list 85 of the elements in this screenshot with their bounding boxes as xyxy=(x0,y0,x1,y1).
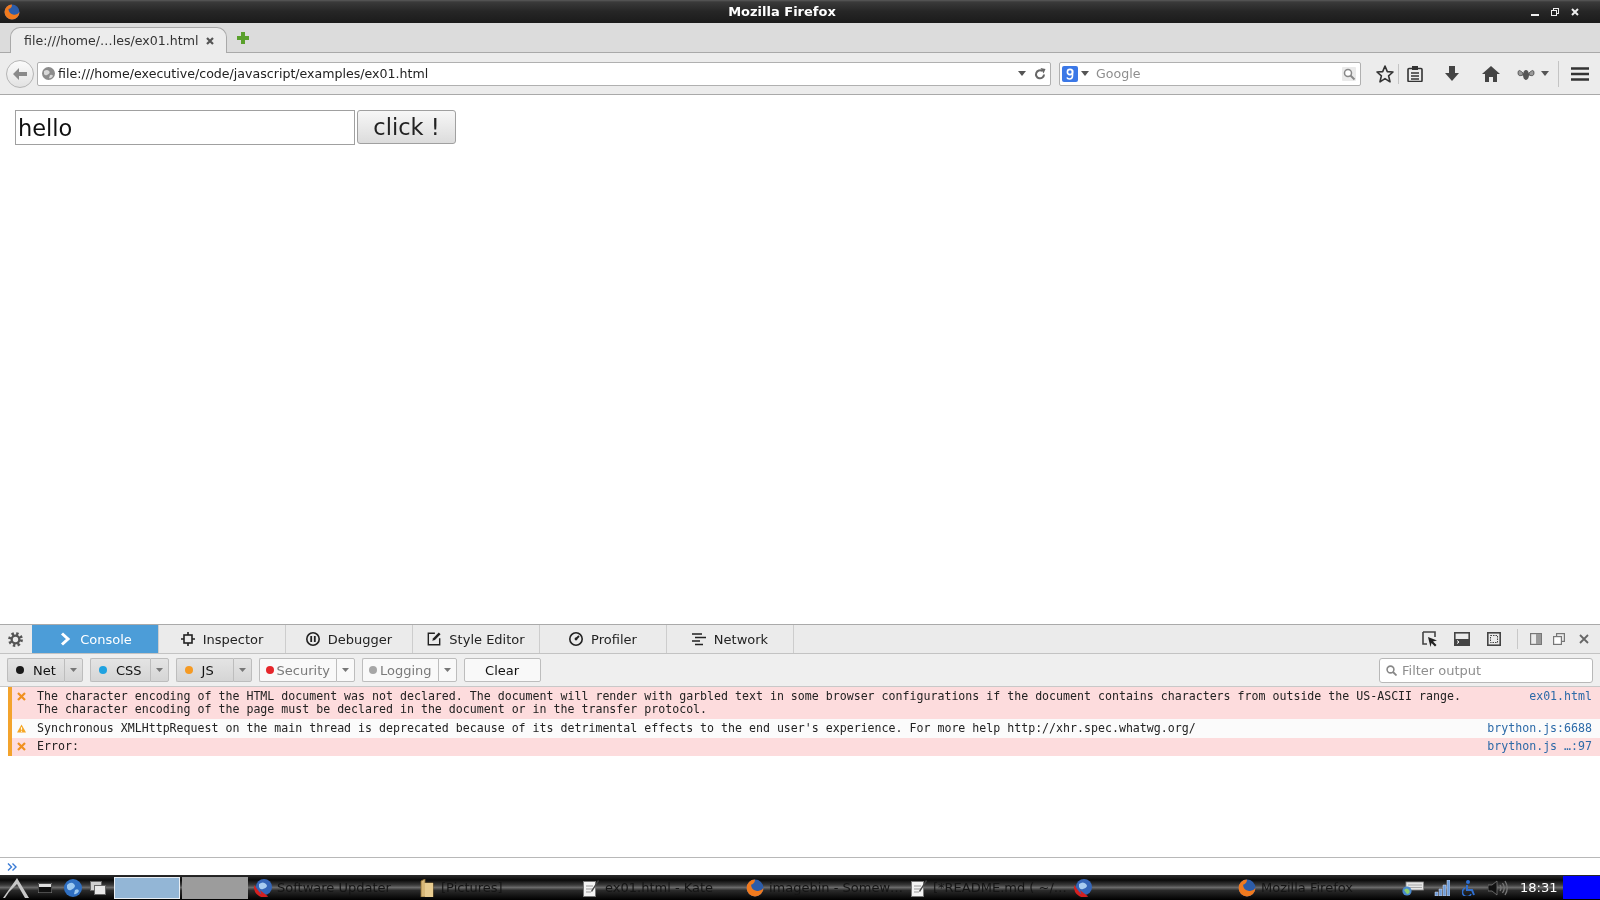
warning-icon xyxy=(17,723,26,733)
clipboard-icon[interactable] xyxy=(1407,65,1423,82)
back-button[interactable] xyxy=(6,59,34,88)
page-button[interactable]: click ! xyxy=(357,110,456,144)
caret-icon xyxy=(342,668,349,672)
filter-button[interactable]: JS xyxy=(175,658,233,682)
home-icon[interactable] xyxy=(1482,65,1500,82)
left-arrow-icon xyxy=(13,67,27,80)
dropdown-button[interactable] xyxy=(64,658,83,682)
app-logo-icon xyxy=(4,3,20,20)
workspace-tile[interactable] xyxy=(114,876,180,899)
pick-element-icon[interactable] xyxy=(1422,631,1438,647)
keyboard-icon[interactable] xyxy=(1402,879,1424,896)
minimize-icon[interactable] xyxy=(1531,13,1539,16)
message-text: Error: xyxy=(37,740,80,754)
reload-icon[interactable] xyxy=(1034,67,1046,80)
text-input[interactable]: hello xyxy=(15,110,355,145)
search-icon[interactable] xyxy=(1342,66,1356,81)
indicator-icon xyxy=(1563,876,1600,899)
caret-icon[interactable] xyxy=(1018,71,1026,76)
app-logo-icon xyxy=(746,878,764,897)
error-icon xyxy=(17,691,26,701)
devtools-tab[interactable]: Style Editor xyxy=(413,625,540,653)
menu-icon[interactable] xyxy=(1571,66,1589,81)
close-icon[interactable] xyxy=(206,36,214,45)
source-link[interactable]: brython.js …:97 xyxy=(1487,740,1592,754)
download-icon[interactable] xyxy=(1444,65,1460,82)
globe-icon xyxy=(42,67,55,80)
message-text: The character encoding of the HTML document was not declared. The document will render with garbled text in some browser configurations if the document contains characters from outside the US-ASCII range. The character encoding of the page must be declared in the document or in the transfer protocol. xyxy=(37,689,1462,717)
filter-button[interactable]: CSS xyxy=(90,658,150,682)
caret-icon xyxy=(70,668,77,672)
caret-icon[interactable] xyxy=(1541,71,1549,76)
notepad-icon xyxy=(582,878,600,897)
filter-bar[interactable]: Filter output xyxy=(1379,657,1593,683)
window-icon[interactable] xyxy=(1553,633,1565,645)
show-desktop-icon[interactable] xyxy=(38,882,52,893)
search-bar[interactable]: Google xyxy=(1059,61,1361,86)
square-icon xyxy=(180,632,195,646)
devtools-tab[interactable]: Inspector xyxy=(159,625,286,653)
search-icon xyxy=(1386,664,1397,676)
split-console-icon[interactable] xyxy=(1454,632,1470,646)
search-input[interactable]: Google xyxy=(1096,66,1342,81)
restore-icon[interactable] xyxy=(1551,7,1559,16)
filter-button[interactable]: Security xyxy=(258,658,336,682)
star-icon[interactable] xyxy=(1376,64,1394,83)
caret-icon xyxy=(155,668,163,672)
filter-button[interactable]: Logging xyxy=(362,658,438,682)
caret-icon xyxy=(443,668,451,672)
accessibility-icon[interactable] xyxy=(1462,879,1476,896)
url-input[interactable]: file:///home/executive/code/javascript/examples/ex01.html xyxy=(58,66,1018,81)
windows-icon[interactable] xyxy=(90,880,106,895)
address-bar[interactable]: file:///home/executive/code/javascript/examples/ex01.html xyxy=(37,61,1051,86)
source-link[interactable]: ex01.html xyxy=(1529,689,1592,703)
error-icon xyxy=(17,742,26,751)
clock: 18:31 xyxy=(1520,880,1558,895)
lines-icon xyxy=(691,632,706,646)
volume-icon[interactable] xyxy=(1488,879,1508,896)
source-link[interactable]: brython.js:6688 xyxy=(1487,721,1592,735)
devtools-tab[interactable]: Profiler xyxy=(540,625,667,653)
filter-button[interactable]: Net xyxy=(7,658,64,682)
search-engine-icon[interactable] xyxy=(1062,65,1078,82)
responsive-icon[interactable] xyxy=(1487,632,1501,646)
message-text: Synchronous XMLHttpRequest on the main thread is deprecated because of its detrimental effects to the end user's experience. For more help http://xhr.spec.whatwg.org/ xyxy=(37,721,1197,735)
notepad-icon xyxy=(910,878,928,897)
caret-icon[interactable] xyxy=(1081,71,1089,76)
devtools-tab[interactable]: Debugger xyxy=(286,625,413,653)
signal-icon[interactable] xyxy=(1434,879,1450,896)
gauge-icon xyxy=(569,632,584,646)
launcher-icon[interactable] xyxy=(3,877,29,898)
pencil-icon xyxy=(427,632,442,646)
globe-icon[interactable] xyxy=(64,878,82,897)
dock-side-icon[interactable] xyxy=(1530,633,1542,645)
pause-icon xyxy=(305,632,320,646)
clear-button[interactable]: Clear xyxy=(463,658,541,682)
filter-input[interactable]: Filter output xyxy=(1402,662,1586,678)
app-logo-icon xyxy=(1238,878,1256,897)
workspace-tile[interactable] xyxy=(182,876,248,899)
devtools-tab[interactable]: Network xyxy=(667,625,794,653)
folder-icon xyxy=(418,878,436,897)
chevron-icon xyxy=(58,632,73,646)
caret-icon xyxy=(238,668,246,672)
browser-tab[interactable]: file:///home/…les/ex01.html xyxy=(10,27,227,53)
prompt-icon xyxy=(7,862,17,871)
window-title: Mozilla Firefox xyxy=(728,4,836,19)
settings-icon[interactable] xyxy=(8,631,23,647)
